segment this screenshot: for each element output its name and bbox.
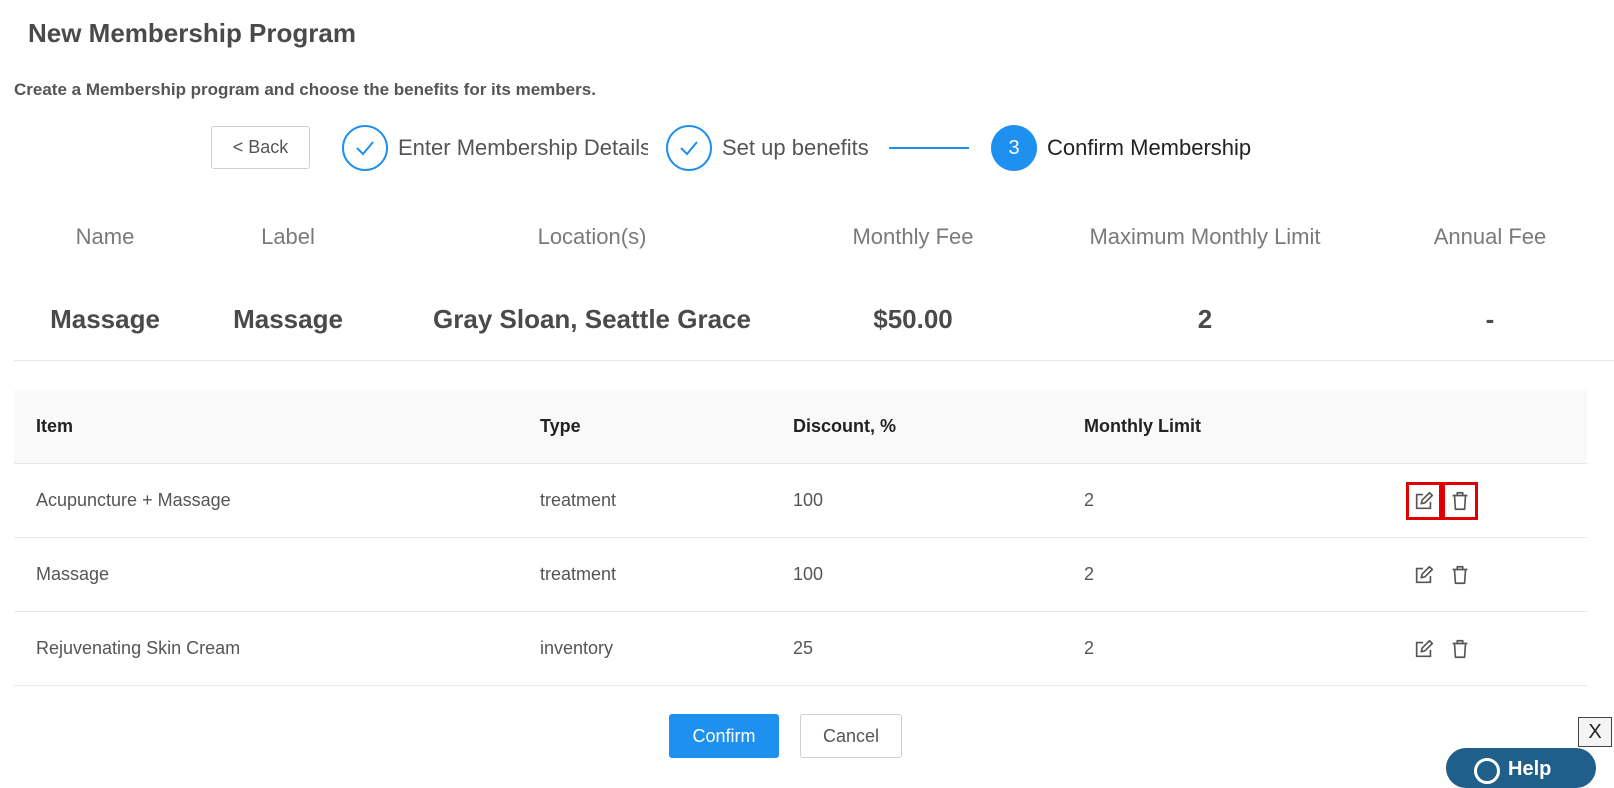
table-header: Item Type Discount, % Monthly Limit <box>14 390 1587 464</box>
column-header-item: Item <box>36 416 74 436</box>
trash-icon <box>1452 639 1468 658</box>
edit-icon <box>1415 565 1434 583</box>
summary-header-annual-fee: Annual Fee <box>1433 224 1547 249</box>
edit-button[interactable] <box>1406 481 1442 520</box>
table-row: Acupuncture + Massage treatment 100 2 <box>14 464 1587 538</box>
step-label: Enter Membership Details <box>398 135 648 160</box>
delete-button[interactable] <box>1442 556 1478 594</box>
step-label: Set up benefits <box>722 135 869 160</box>
table-row: Massage treatment 100 2 <box>14 538 1587 612</box>
check-icon <box>680 141 698 156</box>
delete-button[interactable] <box>1442 630 1478 668</box>
help-button[interactable]: Help <box>1446 748 1596 788</box>
help-label: Help <box>1508 758 1552 780</box>
page-title: New Membership Program <box>28 18 356 48</box>
discount-cell: 100 <box>793 490 824 510</box>
summary-value-annual-fee: - <box>1485 304 1495 334</box>
summary-header-monthly-fee: Monthly Fee <box>852 224 974 249</box>
table-row: Rejuvenating Skin Cream inventory 25 2 <box>14 612 1587 686</box>
step-confirm[interactable]: 3 Confirm Membership <box>991 125 1251 171</box>
summary-divider <box>14 360 1614 361</box>
check-icon <box>356 141 374 156</box>
help-icon <box>1474 758 1500 784</box>
column-header-monthly-limit: Monthly Limit <box>1084 416 1201 436</box>
step-enter-details[interactable]: Enter Membership Details <box>342 125 648 171</box>
trash-icon <box>1452 491 1468 510</box>
cancel-button[interactable]: Cancel <box>800 714 902 758</box>
summary-value-max-limit: 2 <box>1197 304 1213 334</box>
step-done-circle <box>666 125 712 171</box>
edit-icon <box>1415 639 1434 657</box>
edit-button[interactable] <box>1406 556 1442 594</box>
discount-cell: 100 <box>793 564 824 584</box>
limit-cell: 2 <box>1084 490 1095 510</box>
summary-value-label: Massage <box>233 304 343 334</box>
column-header-discount: Discount, % <box>793 416 897 436</box>
item-cell: Acupuncture + Massage <box>36 490 231 510</box>
limit-cell: 2 <box>1084 638 1095 658</box>
step-done-circle <box>342 125 388 171</box>
close-button[interactable]: X <box>1578 717 1612 747</box>
type-cell: treatment <box>540 564 617 584</box>
confirm-button[interactable]: Confirm <box>669 714 779 758</box>
summary-value-locations: Gray Sloan, Seattle Grace <box>433 304 751 334</box>
step-label: Confirm Membership <box>1047 135 1252 160</box>
summary-value-name: Massage <box>50 304 160 334</box>
trash-icon <box>1452 565 1468 584</box>
row-actions <box>1406 612 1478 685</box>
item-cell: Rejuvenating Skin Cream <box>36 638 241 658</box>
item-cell: Massage <box>36 564 110 584</box>
step-benefits[interactable]: Set up benefits <box>666 125 869 171</box>
summary-header-name: Name <box>75 224 135 249</box>
edit-button[interactable] <box>1406 630 1442 668</box>
row-actions <box>1406 538 1478 611</box>
type-cell: inventory <box>540 638 614 658</box>
delete-button[interactable] <box>1442 481 1478 520</box>
row-actions <box>1406 464 1478 537</box>
page-subtitle: Create a Membership program and choose t… <box>14 80 596 99</box>
summary-header-max-limit: Maximum Monthly Limit <box>1089 224 1321 249</box>
benefits-table: Item Type Discount, % Monthly Limit Acup… <box>14 390 1587 686</box>
summary-value-monthly-fee: $50.00 <box>873 304 953 334</box>
column-header-type: Type <box>540 416 581 436</box>
back-button[interactable]: < Back <box>211 126 310 169</box>
summary-header-locations: Location(s) <box>537 224 647 249</box>
summary-header-label: Label <box>261 224 315 249</box>
step-number-circle: 3 <box>991 125 1037 171</box>
discount-cell: 25 <box>793 638 814 658</box>
type-cell: treatment <box>540 490 617 510</box>
limit-cell: 2 <box>1084 564 1095 584</box>
step-connector-line <box>889 147 969 149</box>
edit-icon <box>1415 491 1434 509</box>
